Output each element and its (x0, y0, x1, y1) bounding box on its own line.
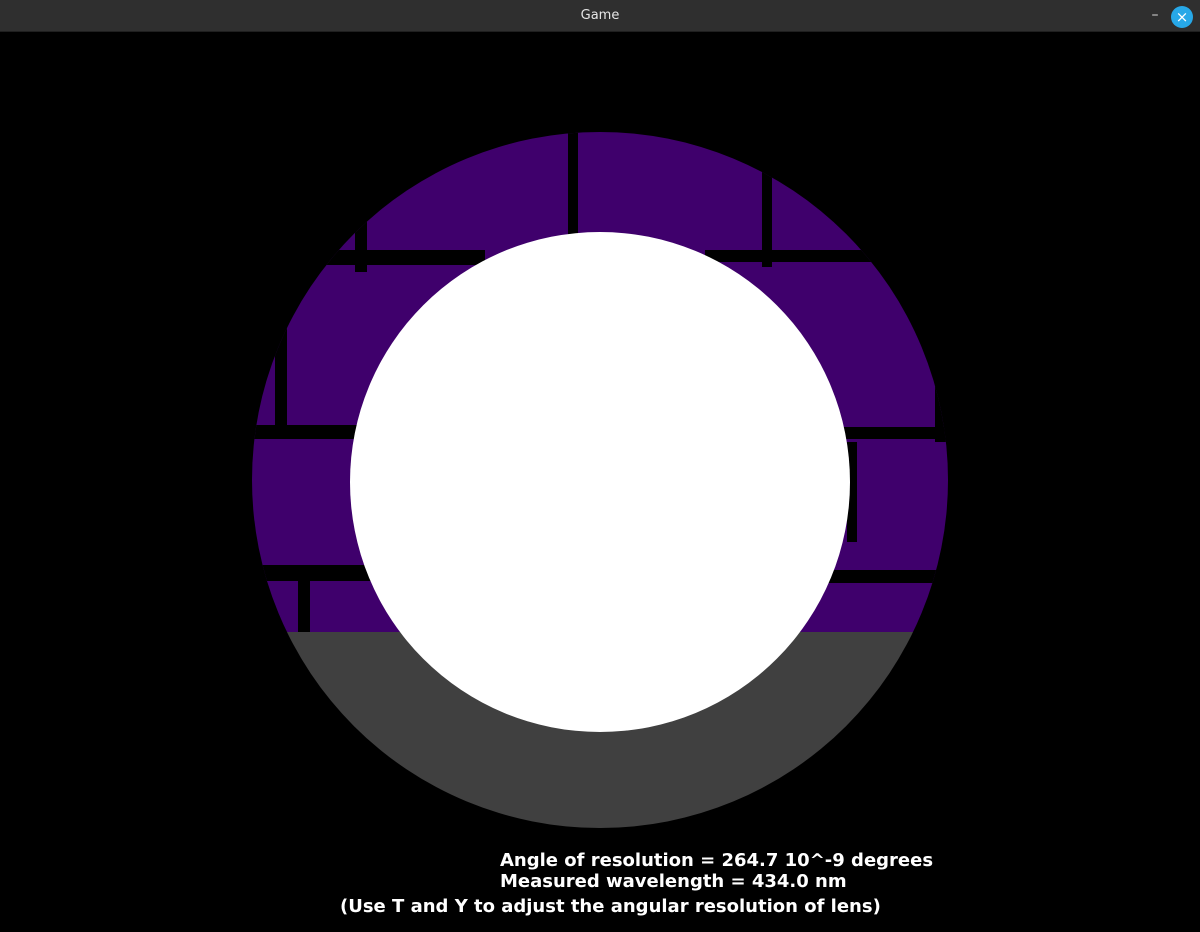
middle-left-horizontal-gap (252, 425, 365, 439)
middle-right-horizontal-gap (840, 427, 948, 439)
lower-right-horizontal-gap (820, 570, 948, 583)
white-lens-disk (350, 232, 850, 732)
game-window: Game – × Angle of resolution = 264.7 10^… (0, 0, 1200, 932)
lower-left-horizontal-gap (252, 565, 385, 581)
minimize-button[interactable]: – (1144, 6, 1166, 28)
lower-left-vertical-gap (298, 567, 310, 637)
close-button[interactable]: × (1171, 6, 1193, 28)
telescope-view (0, 32, 1200, 932)
title-bar[interactable]: Game – × (0, 0, 1200, 32)
angle-resolution-label: Angle of resolution = 264.7 10^-9 degree… (500, 850, 934, 871)
window-title: Game (580, 8, 620, 23)
instruction-label: (Use T and Y to adjust the angular resol… (340, 896, 881, 917)
game-canvas[interactable]: Angle of resolution = 264.7 10^-9 degree… (0, 32, 1200, 932)
close-icon: × (1175, 8, 1189, 26)
measured-wavelength-label: Measured wavelength = 434.0 nm (500, 871, 847, 892)
minimize-icon: – (1151, 7, 1159, 23)
